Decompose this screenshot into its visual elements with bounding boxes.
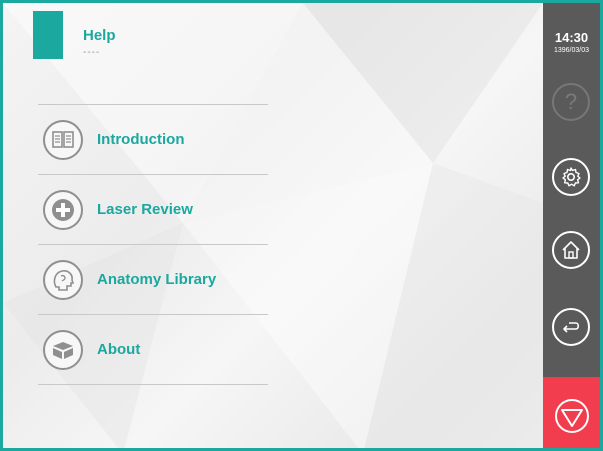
home-icon: [562, 241, 580, 259]
menu-item-laser-review[interactable]: Laser Review: [38, 175, 268, 245]
clock-time: 14:30: [554, 30, 589, 45]
plus-icon: [43, 189, 83, 230]
emergency-stop-button[interactable]: [543, 377, 600, 448]
menu-item-anatomy-library[interactable]: Anatomy Library: [38, 245, 268, 315]
right-sidebar: 14:30 1396/03/03 ?: [543, 3, 600, 448]
gear-icon: [562, 167, 581, 187]
box-icon: [43, 329, 83, 370]
question-icon: ?: [564, 89, 578, 114]
stop-icon: [554, 398, 589, 433]
menu-label-anatomy-library: Anatomy Library: [97, 271, 217, 288]
help-button[interactable]: ?: [552, 83, 590, 121]
head-icon: [43, 259, 83, 300]
menu-label-laser-review: Laser Review: [97, 201, 193, 218]
back-arrow-icon: [563, 322, 580, 333]
page-title: Help: [83, 27, 116, 44]
page-subtitle: ----: [83, 47, 101, 58]
menu-item-introduction[interactable]: Introduction: [38, 105, 268, 175]
settings-button[interactable]: [552, 158, 590, 196]
menu-label-introduction: Introduction: [97, 131, 185, 148]
book-icon: [43, 119, 83, 160]
back-button[interactable]: [552, 308, 590, 346]
clock-date: 1396/03/03: [553, 47, 590, 54]
menu-item-about[interactable]: About: [38, 315, 268, 385]
home-button[interactable]: [552, 231, 590, 269]
app-frame: Help ---- Introduction Laser Review Anat…: [0, 0, 603, 451]
header-accent-bar: [33, 11, 63, 59]
help-menu: Introduction Laser Review Anatomy Librar…: [38, 104, 268, 385]
menu-label-about: About: [97, 341, 141, 358]
